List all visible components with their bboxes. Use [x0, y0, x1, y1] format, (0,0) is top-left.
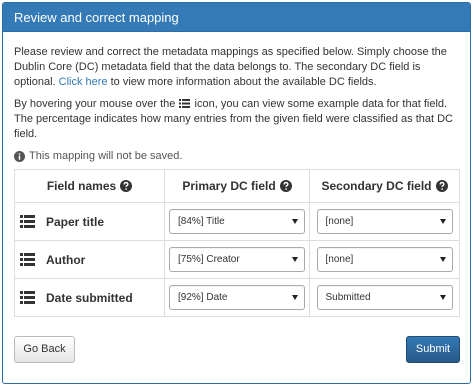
question-circle-icon[interactable]	[435, 180, 448, 192]
secondary-dc-cell: [none]	[309, 202, 460, 241]
submit-button[interactable]: Submit	[406, 336, 460, 363]
go-back-button[interactable]: Go Back	[14, 336, 75, 363]
list-icon[interactable]	[20, 291, 35, 304]
save-note: This mapping will not be saved.	[14, 149, 459, 163]
mapping-panel: Review and correct mapping Please review…	[2, 2, 471, 384]
primary-dc-value: [84%] Title	[178, 216, 225, 227]
list-icon	[179, 99, 191, 108]
question-circle-icon[interactable]	[279, 180, 292, 192]
table-row: Paper title [84%] Title [none]	[14, 202, 460, 241]
primary-dc-select[interactable]: [92%] Date	[169, 285, 305, 310]
dc-info-link[interactable]: Click here	[59, 76, 108, 88]
caret-down-icon	[439, 219, 446, 224]
primary-dc-select[interactable]: [75%] Creator	[169, 247, 305, 272]
secondary-dc-cell: Submitted	[309, 278, 460, 317]
list-icon[interactable]	[20, 215, 35, 228]
hover-paragraph: By hovering your mouse over the icon, yo…	[14, 97, 459, 142]
panel-title: Review and correct mapping	[3, 3, 470, 32]
primary-dc-select[interactable]: [84%] Title	[169, 209, 305, 234]
field-cell: Paper title	[14, 202, 165, 241]
hover-text-before: By hovering your mouse over the	[14, 98, 176, 110]
field-cell: Author	[14, 240, 165, 279]
field-name: Author	[46, 252, 86, 267]
secondary-dc-select[interactable]: [none]	[316, 247, 453, 272]
secondary-dc-select[interactable]: Submitted	[316, 285, 453, 310]
field-name: Paper title	[46, 214, 105, 229]
caret-down-icon	[292, 219, 298, 224]
primary-dc-value: [92%] Date	[178, 292, 228, 303]
intro-text-after-link: to view more information about the avail…	[107, 76, 377, 88]
table-row: Date submitted [92%] Date Submitted	[14, 278, 460, 317]
secondary-dc-cell: [none]	[309, 240, 460, 279]
header-primary-dc-label: Primary DC field	[182, 179, 276, 193]
panel-footer: Go Back Submit	[3, 336, 470, 366]
table-header-row: Field names Primary DC field Secondary D…	[14, 169, 460, 203]
secondary-dc-value: [none]	[325, 216, 354, 227]
primary-dc-cell: [92%] Date	[164, 278, 310, 317]
caret-down-icon	[439, 257, 446, 262]
info-circle-icon	[14, 150, 25, 162]
caret-down-icon	[292, 257, 298, 262]
header-field-names: Field names	[14, 169, 165, 203]
field-cell: Date submitted	[14, 278, 165, 317]
field-name: Date submitted	[46, 290, 133, 305]
header-field-names-label: Field names	[46, 179, 117, 193]
caret-down-icon	[292, 295, 298, 300]
table-row: Author [75%] Creator [none]	[14, 240, 460, 279]
primary-dc-value: [75%] Creator	[178, 254, 240, 265]
secondary-dc-value: [none]	[325, 254, 354, 265]
intro-paragraph: Please review and correct the metadata m…	[14, 45, 459, 90]
header-secondary-dc: Secondary DC field	[309, 169, 460, 203]
caret-down-icon	[439, 295, 446, 300]
list-icon[interactable]	[20, 253, 35, 266]
primary-dc-cell: [75%] Creator	[164, 240, 310, 279]
header-primary-dc: Primary DC field	[164, 169, 310, 203]
header-secondary-dc-label: Secondary DC field	[321, 179, 432, 193]
panel-body: Please review and correct the metadata m…	[3, 32, 470, 317]
secondary-dc-select[interactable]: [none]	[316, 209, 453, 234]
mapping-table: Field names Primary DC field Secondary D…	[14, 169, 460, 317]
question-circle-icon[interactable]	[120, 180, 133, 192]
primary-dc-cell: [84%] Title	[164, 202, 310, 241]
secondary-dc-value: Submitted	[325, 292, 371, 303]
save-note-text: This mapping will not be saved.	[29, 150, 183, 162]
